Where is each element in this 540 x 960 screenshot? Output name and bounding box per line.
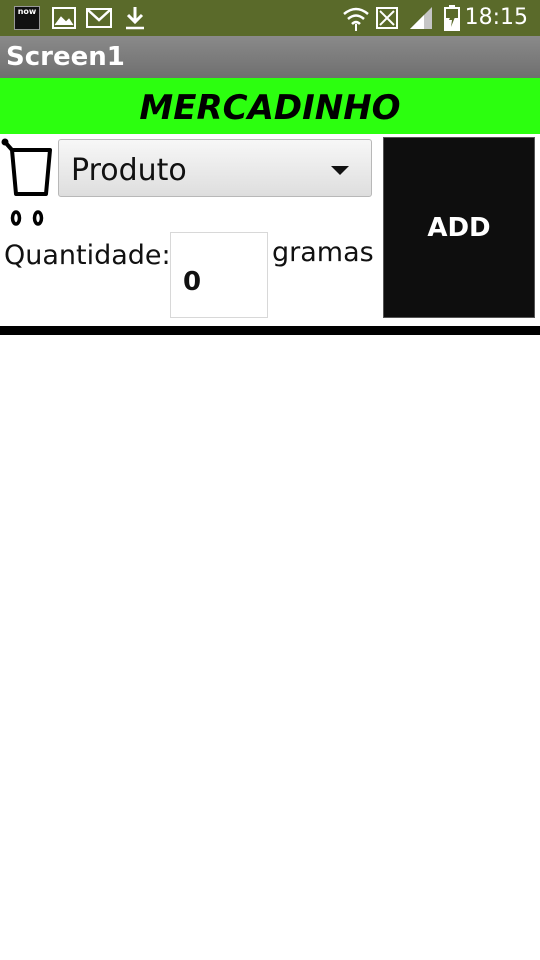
screen-title: Screen1: [6, 42, 125, 72]
download-icon: [126, 7, 144, 30]
product-dropdown-value: Produto: [71, 153, 187, 188]
unit-label: gramas: [272, 237, 374, 268]
shopping-cart-icon: [1, 138, 52, 226]
title-bar: Screen1: [0, 36, 540, 78]
divider: [0, 326, 540, 335]
signal-icon: [410, 7, 432, 29]
product-dropdown[interactable]: Produto: [58, 139, 372, 197]
quantity-input[interactable]: [170, 232, 268, 318]
status-clock: 18:15: [464, 5, 528, 30]
wifi-icon: [343, 7, 369, 31]
add-button-label: ADD: [427, 212, 491, 243]
app-icon-text: now: [17, 7, 37, 16]
dropdown-arrow-icon: [331, 166, 349, 175]
news-app-icon: now: [14, 6, 40, 30]
gmail-icon: [86, 8, 112, 28]
items-list: [0, 335, 540, 960]
battery-charging-icon: [444, 5, 460, 31]
add-button[interactable]: ADD: [383, 137, 535, 318]
gallery-icon: [52, 7, 76, 29]
banner-title: MERCADINHO: [139, 88, 401, 128]
app-banner: MERCADINHO: [0, 78, 540, 134]
quantity-label: Quantidade:: [4, 240, 171, 271]
status-bar: now 18:15: [0, 0, 540, 36]
sim-message-icon: [376, 7, 398, 29]
